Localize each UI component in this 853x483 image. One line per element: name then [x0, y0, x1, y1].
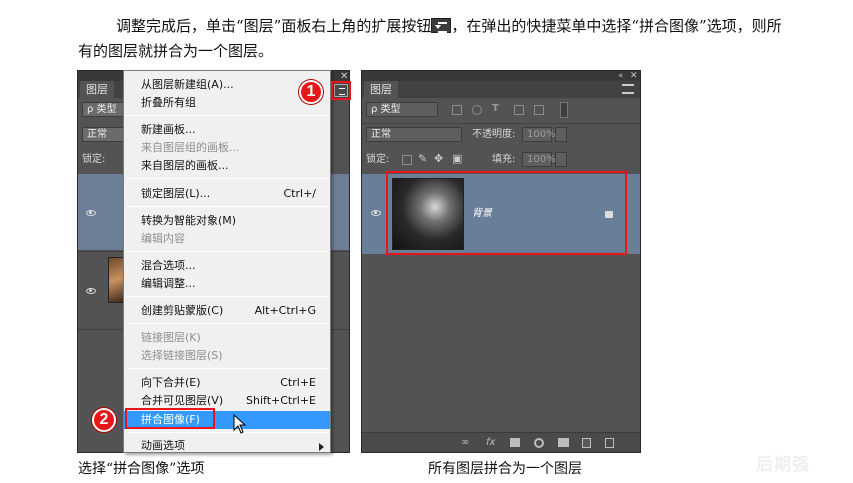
- pixel-filter-icon[interactable]: [452, 105, 462, 115]
- menu-separator: [126, 178, 328, 179]
- caption-left: 选择“拼合图像”选项: [78, 461, 205, 477]
- menu-item-blending-options[interactable]: 混合选项...: [124, 257, 330, 275]
- opacity-field[interactable]: 100%: [522, 127, 556, 142]
- tab-layers[interactable]: 图层: [364, 81, 398, 98]
- menu-item-artboard-from-group: 来自图层组的画板...: [141, 141, 240, 154]
- adjustment-filter-icon[interactable]: [472, 105, 482, 115]
- mouse-cursor-icon: [233, 413, 247, 434]
- menu-separator: [126, 432, 328, 433]
- paragraph-part1: 调整完成后，单击“图层”面板右上角的扩展按钮: [116, 17, 432, 35]
- menu-item-merge-down[interactable]: 向下合并(E) Ctrl+E: [124, 374, 330, 392]
- fill-field[interactable]: 100%: [522, 152, 556, 167]
- panel-title-strip: [362, 71, 640, 81]
- lock-transparent-icon[interactable]: [402, 155, 412, 165]
- lock-all-icon[interactable]: ▣: [452, 152, 462, 166]
- opacity-dropdown[interactable]: [555, 127, 567, 142]
- lock-label: 锁定:: [366, 154, 390, 165]
- menu-item-edit-contents: 编辑内容: [141, 232, 185, 245]
- new-group-icon[interactable]: [558, 438, 569, 447]
- shape-filter-icon[interactable]: [514, 105, 524, 115]
- panel-menu-icon[interactable]: [622, 84, 634, 94]
- menu-item-convert-smart-object[interactable]: 转换为智能对象(M): [124, 212, 330, 230]
- lock-label: 锁定:: [82, 154, 106, 165]
- new-layer-icon[interactable]: [582, 438, 591, 448]
- watermark: 后期强: [756, 455, 810, 475]
- layers-panel-context-menu: 从图层新建组(A)... 折叠所有组 新建画板... 来自图层组的画板... 来…: [123, 70, 331, 453]
- layers-bottom-toolbar: ∞ fx: [362, 432, 640, 452]
- menu-separator: [126, 323, 328, 324]
- callout-step-2: 2: [92, 408, 116, 432]
- right-layers-panel-screenshot: « ✕ 图层 ρ 类型 T 正常 不透明度: 100% 锁定: ✎ ✥ ▣ 填充…: [361, 70, 641, 453]
- eye-icon[interactable]: [371, 210, 381, 216]
- panel-menu-icon: [431, 18, 452, 33]
- smart-filter-icon[interactable]: [534, 105, 544, 115]
- eye-icon[interactable]: [86, 210, 96, 216]
- menu-item-link-layers: 链接图层(K): [141, 331, 201, 344]
- lock-position-icon[interactable]: ✥: [434, 152, 443, 166]
- add-mask-icon[interactable]: [510, 438, 520, 447]
- tab-layers[interactable]: 图层: [80, 81, 114, 98]
- fx-icon[interactable]: fx: [486, 438, 495, 448]
- menu-item-edit-adjustment[interactable]: 编辑调整...: [124, 275, 330, 293]
- adjustment-layer-icon[interactable]: [534, 438, 544, 448]
- filter-toggle[interactable]: [560, 102, 568, 118]
- eye-icon[interactable]: [86, 288, 96, 294]
- collapse-icon[interactable]: «: [618, 71, 624, 81]
- menu-item-lock-layers[interactable]: 锁定图层(L)... Ctrl+/: [124, 185, 330, 203]
- menu-item-create-clipping-mask[interactable]: 创建剪贴蒙版(C) Alt+Ctrl+G: [124, 302, 330, 320]
- link-layers-icon[interactable]: ∞: [461, 438, 469, 448]
- fill-dropdown[interactable]: [555, 152, 567, 167]
- fill-label: 填充:: [492, 154, 516, 165]
- menu-separator: [126, 368, 328, 369]
- callout-step-1: 1: [299, 80, 323, 104]
- kind-filter[interactable]: ρ 类型: [82, 102, 124, 117]
- menu-item-select-linked-layers: 选择链接图层(S): [141, 349, 223, 362]
- kind-filter[interactable]: ρ 类型: [366, 102, 438, 117]
- blend-mode-select[interactable]: 正常: [366, 127, 462, 142]
- menu-separator: [126, 251, 328, 252]
- divider: [362, 123, 640, 124]
- layer-thumbnail: [108, 257, 124, 303]
- menu-separator: [126, 296, 328, 297]
- menu-separator: [126, 115, 328, 116]
- opacity-label: 不透明度:: [472, 129, 516, 140]
- close-icon[interactable]: ✕: [630, 71, 638, 81]
- delete-layer-icon[interactable]: [605, 438, 614, 448]
- menu-item-new-artboard[interactable]: 新建画板...: [124, 121, 330, 139]
- highlight-box-flatten: [125, 408, 215, 429]
- submenu-arrow-icon: [319, 443, 324, 451]
- menu-separator: [126, 206, 328, 207]
- menu-item-artboard-from-layers[interactable]: 来自图层的画板...: [124, 157, 330, 175]
- menu-item-animation-options[interactable]: 动画选项: [124, 437, 330, 452]
- type-filter-icon[interactable]: T: [492, 102, 499, 116]
- highlight-box-menu-button: [331, 81, 351, 100]
- highlight-box-background-layer: [386, 171, 627, 255]
- instruction-paragraph: 调整完成后，单击“图层”面板右上角的扩展按钮 ，在弹出的快捷菜单中选择“拼合图像”…: [78, 14, 783, 64]
- blend-mode-select[interactable]: 正常: [82, 127, 124, 142]
- lock-pixels-icon[interactable]: ✎: [418, 152, 427, 166]
- caption-right: 所有图层拼合为一个图层: [428, 461, 582, 477]
- panel-tab-row: 图层: [362, 81, 640, 98]
